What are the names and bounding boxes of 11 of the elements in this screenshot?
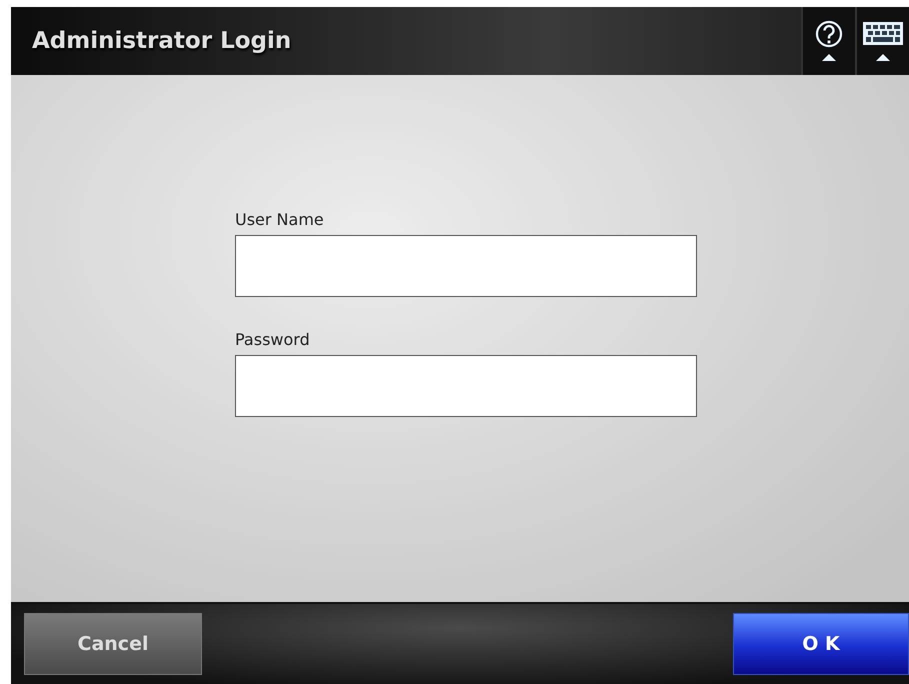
input-field[interactable] <box>235 235 697 297</box>
keyboard-button[interactable] <box>855 7 909 75</box>
input-field[interactable] <box>235 355 697 417</box>
help-icon <box>813 19 845 63</box>
help-button[interactable] <box>801 7 855 75</box>
ok-button[interactable]: O K <box>733 613 909 675</box>
window-title: Administrator Login <box>32 28 292 54</box>
cancel-button[interactable]: Cancel <box>24 613 202 675</box>
keyboard-icon <box>861 19 905 63</box>
field-label: Password <box>235 330 311 349</box>
field-label: User Name <box>235 210 325 229</box>
